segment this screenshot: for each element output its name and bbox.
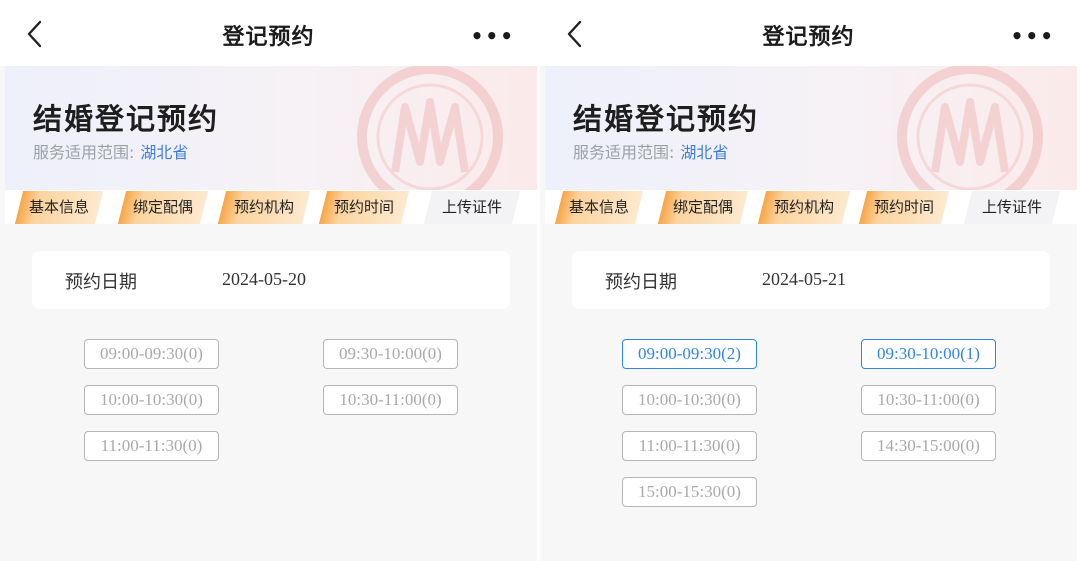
- time-slot: 10:00-10:30(0): [622, 385, 757, 415]
- scope-label: 服务适用范围:: [573, 143, 675, 162]
- step-progress: 基本信息 绑定配偶 预约机构 预约时间 上传证件: [5, 190, 537, 224]
- step-progress: 基本信息 绑定配偶 预约机构 预约时间 上传证件: [545, 190, 1077, 224]
- step-bind-spouse: 绑定配偶: [117, 191, 209, 224]
- service-title: 结婚登记预约: [573, 102, 760, 136]
- more-icon[interactable]: •••: [1011, 24, 1055, 48]
- time-slot: 10:30-11:00(0): [323, 385, 458, 415]
- nav-bar: 登记预约 •••: [540, 0, 1077, 66]
- step-upload-docs: 上传证件: [963, 191, 1061, 224]
- time-slot: 11:00-11:30(0): [622, 431, 757, 461]
- step-institution: 预约机构: [217, 191, 311, 224]
- step-institution: 预约机构: [757, 191, 851, 224]
- time-slot: 10:00-10:30(0): [84, 385, 219, 415]
- time-slot: 09:00-09:30(0): [84, 339, 219, 369]
- hero-banner: 结婚登记预约 服务适用范围: 湖北省: [5, 66, 537, 190]
- time-slot: 11:00-11:30(0): [84, 431, 219, 461]
- hero-banner: 结婚登记预约 服务适用范围: 湖北省: [545, 66, 1077, 190]
- nav-bar: 登记预约 •••: [0, 0, 537, 66]
- time-slot: 15:00-15:30(0): [622, 477, 757, 507]
- step-basic-info: 基本信息: [554, 191, 644, 224]
- date-card[interactable]: 预约日期 2024-05-20: [32, 251, 510, 309]
- scope-region: 湖北省: [140, 143, 189, 162]
- time-slot: 14:30-15:00(0): [861, 431, 996, 461]
- emblem-watermark-icon: [897, 66, 1043, 190]
- time-slot-available[interactable]: 09:00-09:30(2): [622, 339, 757, 369]
- time-slot: 09:30-10:00(0): [323, 339, 458, 369]
- step-upload-docs: 上传证件: [423, 191, 521, 224]
- scope-region: 湖北省: [680, 143, 729, 162]
- step-time: 预约时间: [858, 191, 950, 224]
- date-label: 预约日期: [605, 272, 677, 293]
- service-scope: 服务适用范围: 湖北省: [573, 139, 728, 163]
- more-icon[interactable]: •••: [471, 24, 515, 48]
- scope-label: 服务适用范围:: [33, 143, 135, 162]
- date-label: 预约日期: [65, 272, 137, 293]
- step-time: 预约时间: [318, 191, 410, 224]
- service-scope: 服务适用范围: 湖北省: [33, 139, 188, 163]
- step-basic-info: 基本信息: [14, 191, 104, 224]
- service-title: 结婚登记预约: [33, 102, 220, 136]
- page-title: 登记预约: [762, 25, 855, 50]
- time-slot: 10:30-11:00(0): [861, 385, 996, 415]
- date-value: 2024-05-21: [762, 269, 846, 289]
- page-title: 登记预约: [222, 25, 315, 50]
- date-card[interactable]: 预约日期 2024-05-21: [572, 251, 1050, 309]
- step-bind-spouse: 绑定配偶: [657, 191, 749, 224]
- phone-screen-right: 登记预约 ••• 结婚登记预约 服务适用范围: 湖北省 基本信息 绑定配偶 预约机…: [540, 0, 1077, 561]
- phone-screen-left: 登记预约 ••• 结婚登记预约 服务适用范围: 湖北省 基本信息 绑定配偶 预约机…: [0, 0, 537, 561]
- date-value: 2024-05-20: [222, 269, 306, 289]
- emblem-watermark-icon: [357, 66, 503, 190]
- time-slot-available[interactable]: 09:30-10:00(1): [861, 339, 996, 369]
